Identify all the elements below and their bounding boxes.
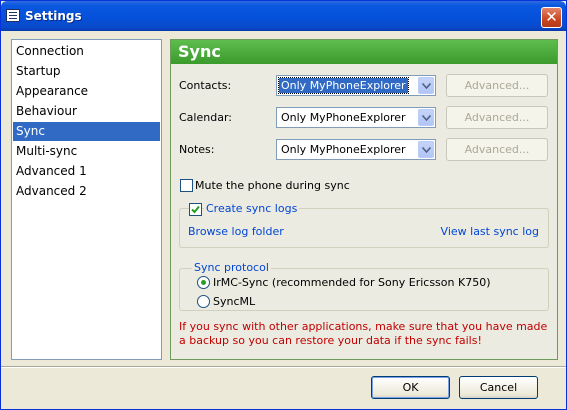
sidebar-item-behaviour[interactable]: Behaviour — [13, 102, 160, 121]
notes-sync-value: Only MyPhoneExplorer — [281, 143, 406, 156]
footer-divider — [1, 366, 566, 368]
window-title: Settings — [25, 9, 82, 23]
contacts-advanced-button[interactable]: Advanced... — [446, 74, 548, 97]
sidebar-item-advanced-1[interactable]: Advanced 1 — [13, 162, 160, 181]
create-sync-logs-checkbox[interactable] — [189, 203, 202, 216]
sidebar-item-advanced-2[interactable]: Advanced 2 — [13, 182, 160, 201]
create-sync-logs-label[interactable]: Create sync logs — [204, 202, 300, 215]
contacts-sync-select[interactable]: Only MyPhoneExplorer — [276, 75, 436, 96]
panel-body: Contacts: Only MyPhoneExplorer Advanced.… — [171, 64, 557, 359]
notes-advanced-button[interactable]: Advanced... — [446, 138, 548, 161]
settings-app-icon — [6, 9, 20, 22]
chevron-down-icon[interactable] — [418, 141, 434, 158]
browse-log-folder-link[interactable]: Browse log folder — [188, 225, 284, 238]
chevron-down-icon[interactable] — [418, 77, 434, 94]
irmc-sync-label[interactable]: IrMC-Sync (recommended for Sony Ericsson… — [213, 276, 490, 289]
panel-title: Sync — [171, 40, 557, 64]
close-icon: ✕ — [545, 8, 558, 26]
cancel-button[interactable]: Cancel — [459, 376, 538, 399]
sync-warning-text: If you sync with other applications, mak… — [179, 320, 548, 347]
sync-protocol-title: Sync protocol — [192, 261, 271, 274]
settings-window: Settings ✕ Connection Startup Appearance… — [0, 0, 567, 410]
contacts-label: Contacts: — [179, 79, 232, 92]
calendar-sync-select[interactable]: Only MyPhoneExplorer — [276, 107, 436, 128]
sync-protocol-group: Sync protocol IrMC-Sync (recommended for… — [179, 261, 549, 311]
syncml-label[interactable]: SyncML — [213, 295, 255, 308]
radio-selected-dot — [201, 280, 206, 285]
title-bar[interactable]: Settings ✕ — [1, 1, 566, 31]
sidebar-item-sync[interactable]: Sync — [13, 122, 160, 141]
syncml-radio[interactable] — [197, 295, 210, 308]
mute-phone-checkbox[interactable] — [180, 179, 193, 192]
mute-phone-label[interactable]: Mute the phone during sync — [195, 179, 350, 192]
sync-logs-group: Create sync logs Browse log folder View … — [179, 202, 549, 248]
ok-button[interactable]: OK — [371, 376, 450, 399]
sidebar-item-connection[interactable]: Connection — [13, 42, 160, 61]
chevron-down-icon[interactable] — [418, 109, 434, 126]
settings-category-list: Connection Startup Appearance Behaviour … — [11, 39, 162, 360]
contacts-sync-value: Only MyPhoneExplorer — [278, 77, 409, 94]
close-button[interactable]: ✕ — [541, 7, 562, 28]
sync-settings-panel: Sync Contacts: Only MyPhoneExplorer Adva… — [170, 39, 558, 360]
notes-label: Notes: — [179, 143, 215, 156]
irmc-sync-radio[interactable] — [197, 276, 210, 289]
checkmark-icon — [191, 205, 200, 214]
sidebar-item-appearance[interactable]: Appearance — [13, 82, 160, 101]
calendar-sync-value: Only MyPhoneExplorer — [281, 111, 406, 124]
calendar-label: Calendar: — [179, 111, 232, 124]
notes-sync-select[interactable]: Only MyPhoneExplorer — [276, 139, 436, 160]
view-last-sync-log-link[interactable]: View last sync log — [441, 225, 539, 238]
calendar-advanced-button[interactable]: Advanced... — [446, 106, 548, 129]
sidebar-item-startup[interactable]: Startup — [13, 62, 160, 81]
sidebar-item-multi-sync[interactable]: Multi-sync — [13, 142, 160, 161]
